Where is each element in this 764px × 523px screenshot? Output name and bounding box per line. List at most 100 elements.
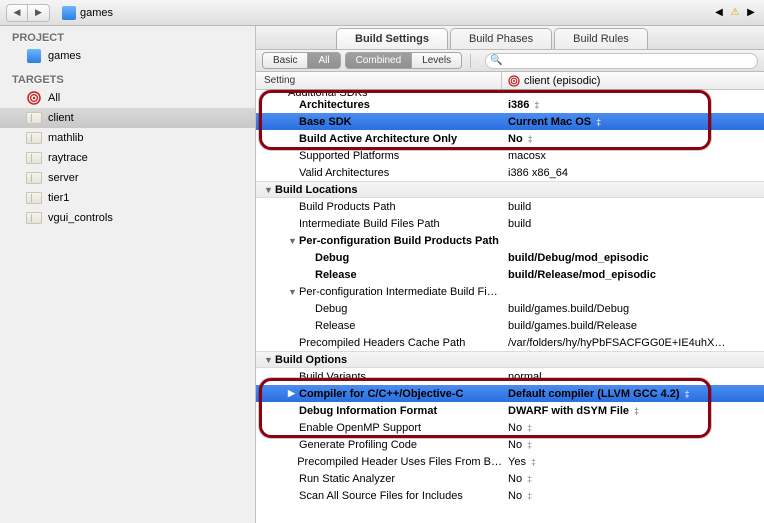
setting-label: Debug — [315, 252, 349, 264]
sidebar-item-label: All — [48, 92, 60, 104]
stepper-icon[interactable]: ‡ — [528, 134, 533, 144]
setting-row[interactable]: Supported Platformsmacosx — [256, 147, 764, 164]
disclosure-triangle-icon[interactable]: ▼ — [264, 355, 273, 365]
setting-label: Intermediate Build Files Path — [299, 218, 440, 230]
section-header[interactable]: ▼Build Options — [256, 351, 764, 368]
setting-label: Base SDK — [299, 116, 352, 128]
library-icon — [26, 212, 42, 225]
sidebar-target-client[interactable]: client — [0, 108, 255, 128]
setting-row[interactable]: Precompiled Header Uses Files From B…Yes… — [256, 453, 764, 470]
scope-all-button[interactable]: All — [308, 52, 340, 69]
setting-row[interactable]: Precompiled Headers Cache Path/var/folde… — [256, 334, 764, 351]
setting-row[interactable]: Debugbuild/games.build/Debug — [256, 300, 764, 317]
warning-icon[interactable]: ⚠ — [728, 4, 742, 22]
disclosure-triangle-icon[interactable]: ▼ — [288, 236, 297, 246]
setting-value: Current Mac OS — [508, 116, 591, 128]
sidebar-target-mathlib[interactable]: mathlib — [0, 128, 255, 148]
setting-row[interactable]: ▼Per-configuration Build Products Path — [256, 232, 764, 249]
back-nav-right-icon[interactable]: ◀ — [712, 4, 726, 22]
setting-label: Debug — [315, 303, 347, 315]
setting-label: Valid Architectures — [299, 167, 389, 179]
column-setting[interactable]: Setting — [256, 72, 502, 89]
sidebar-item-label: vgui_controls — [48, 212, 113, 224]
setting-label: Generate Profiling Code — [299, 439, 417, 451]
setting-label: Build Products Path — [299, 201, 396, 213]
setting-label: Precompiled Headers Cache Path — [299, 337, 465, 349]
sidebar-item-label: tier1 — [48, 192, 69, 204]
stepper-icon[interactable]: ‡ — [634, 406, 639, 416]
library-icon — [26, 112, 42, 125]
setting-value: i386 — [508, 99, 529, 111]
settings-table[interactable]: Additional SDKsArchitecturesi386‡Base SD… — [256, 90, 764, 523]
setting-row[interactable]: Enable OpenMP SupportNo‡ — [256, 419, 764, 436]
library-icon — [26, 152, 42, 165]
nav-back-button[interactable]: ◀ — [6, 4, 28, 22]
setting-row[interactable]: Generate Profiling CodeNo‡ — [256, 436, 764, 453]
setting-row[interactable]: Build Variantsnormal — [256, 368, 764, 385]
setting-label: Compiler for C/C++/Objective-C — [299, 388, 463, 400]
project-icon — [26, 50, 42, 63]
search-field[interactable]: 🔍 — [485, 53, 758, 69]
stepper-icon[interactable]: ‡ — [534, 100, 539, 110]
setting-value: No — [508, 422, 522, 434]
setting-label: Release — [315, 269, 357, 281]
scope-segment: Basic All — [262, 52, 341, 69]
setting-row[interactable]: Architecturesi386‡ — [256, 96, 764, 113]
sidebar-target-tier1[interactable]: tier1 — [0, 188, 255, 208]
tab-build-phases[interactable]: Build Phases — [450, 28, 552, 49]
setting-row[interactable]: ▼Per-configuration Intermediate Build Fi… — [256, 283, 764, 300]
setting-value: Default compiler (LLVM GCC 4.2) — [508, 388, 680, 400]
setting-row[interactable]: Valid Architecturesi386 x86_64 — [256, 164, 764, 181]
view-levels-button[interactable]: Levels — [412, 52, 462, 69]
stepper-icon[interactable]: ‡ — [596, 117, 601, 127]
search-icon: 🔍 — [490, 55, 502, 66]
sidebar-target-all[interactable]: All — [0, 88, 255, 108]
tab-build-rules[interactable]: Build Rules — [554, 28, 648, 49]
sidebar-target-vgui_controls[interactable]: vgui_controls — [0, 208, 255, 228]
search-input[interactable] — [485, 53, 758, 69]
stepper-icon[interactable]: ‡ — [527, 440, 532, 450]
setting-row[interactable]: Scan All Source Files for Includes No ‡ — [256, 487, 764, 504]
sidebar-target-raytrace[interactable]: raytrace — [0, 148, 255, 168]
setting-row[interactable]: Run Static AnalyzerNo‡ — [256, 470, 764, 487]
setting-row[interactable]: Intermediate Build Files Pathbuild — [256, 215, 764, 232]
disclosure-triangle-icon[interactable]: ▼ — [288, 287, 297, 297]
nav-forward-button[interactable]: ▶ — [28, 4, 50, 22]
breadcrumb[interactable]: games — [62, 6, 113, 20]
tab-build-settings[interactable]: Build Settings — [336, 28, 448, 49]
disclosure-triangle-icon[interactable]: ▼ — [264, 185, 273, 195]
breadcrumb-label: games — [80, 7, 113, 19]
view-segment: Combined Levels — [345, 52, 463, 69]
setting-value: No — [508, 490, 522, 502]
stepper-icon[interactable]: ‡ — [527, 491, 532, 501]
setting-row[interactable]: Base SDK Current Mac OS ‡ — [256, 113, 764, 130]
disclosure-triangle-icon[interactable]: ▶ — [288, 388, 297, 399]
project-header: PROJECT — [0, 30, 255, 46]
forward-nav-right-icon[interactable]: ▶ — [744, 4, 758, 22]
toolbar: ◀ ▶ games ◀ ⚠ ▶ — [0, 0, 764, 26]
stepper-icon[interactable]: ‡ — [531, 457, 536, 467]
column-resolved[interactable]: client (episodic) — [502, 72, 764, 89]
setting-row[interactable]: Debug Information FormatDWARF with dSYM … — [256, 402, 764, 419]
scope-basic-button[interactable]: Basic — [262, 52, 308, 69]
setting-row[interactable]: Build Products Pathbuild — [256, 198, 764, 215]
setting-label: Release — [315, 320, 355, 332]
stepper-icon[interactable]: ‡ — [527, 423, 532, 433]
setting-label: Scan All Source Files for Includes — [299, 490, 463, 502]
sidebar-project-item[interactable]: games — [0, 46, 255, 66]
setting-row[interactable]: Releasebuild/Release/mod_episodic — [256, 266, 764, 283]
setting-row[interactable]: ▶Compiler for C/C++/Objective-C Default c… — [256, 385, 764, 402]
view-combined-button[interactable]: Combined — [345, 52, 413, 69]
setting-label: Debug Information Format — [299, 405, 437, 417]
stepper-icon[interactable]: ‡ — [527, 474, 532, 484]
setting-row[interactable]: Debugbuild/Debug/mod_episodic — [256, 249, 764, 266]
setting-row[interactable]: Build Active Architecture OnlyNo‡ — [256, 130, 764, 147]
sidebar-target-server[interactable]: server — [0, 168, 255, 188]
setting-value: No — [508, 133, 523, 145]
library-icon — [26, 192, 42, 205]
target-icon — [26, 92, 42, 105]
setting-value: build/games.build/Release — [508, 320, 637, 332]
setting-row[interactable]: Release build/games.build/Release — [256, 317, 764, 334]
stepper-icon[interactable]: ‡ — [685, 389, 690, 399]
section-header[interactable]: ▼Build Locations — [256, 181, 764, 198]
